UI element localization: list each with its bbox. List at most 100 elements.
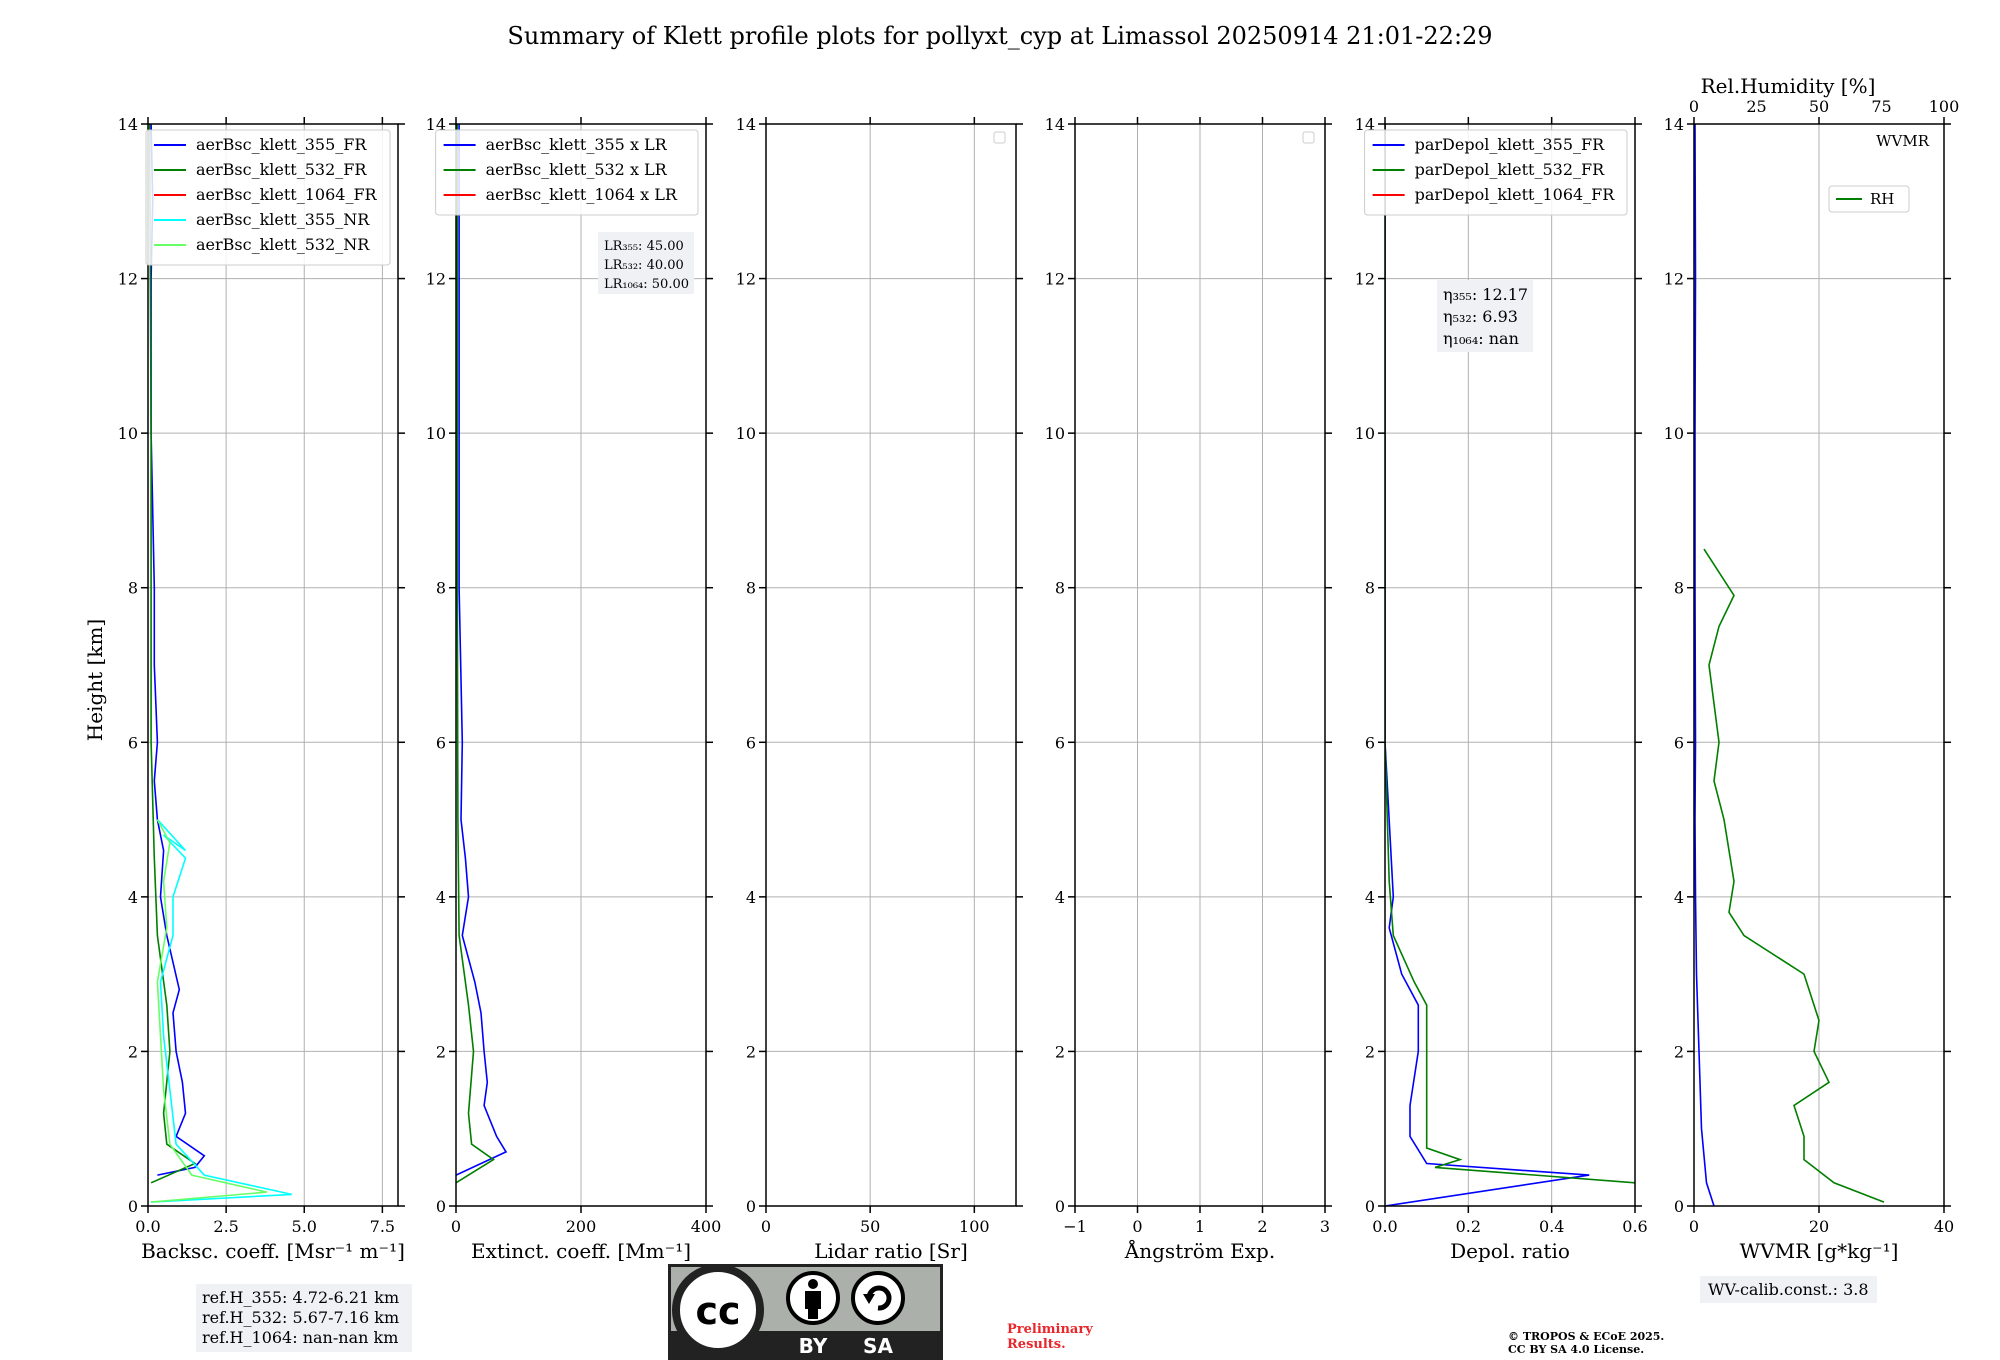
legend-label: aerBsc_klett_355_FR (196, 135, 367, 154)
axes-frame (147, 123, 399, 1207)
series-line-aerBsc_klett_532_FR (148, 124, 197, 1184)
y-tick-label: 4 (1674, 888, 1684, 907)
legend: aerBsc_klett_355_FR aerBsc_klett_532_FRae… (145, 129, 391, 266)
badge-sa-text: SA (863, 1334, 893, 1358)
ref-height-355: ref.H_355: 4.72-6.21 km (202, 1288, 400, 1307)
ref-height-532: ref.H_532: 5.67-7.16 km (202, 1308, 400, 1327)
x-tick-label: 0 (1132, 1217, 1142, 1236)
legend-label: aerBsc_klett_532_FR (196, 160, 367, 179)
preliminary-note: Preliminary Results. (1007, 1322, 1093, 1352)
eta-value: η₅₃₂: 6.93 (1443, 307, 1518, 326)
x2-tick-label: 100 (1929, 97, 1960, 116)
y-tick-label: 12 (736, 270, 756, 289)
ref-height-box: ref.H_355: 4.72-6.21 km ref.H_532: 5.67-… (196, 1284, 412, 1352)
lidar-ratio-value: LR₅₃₂: 40.00 (604, 258, 684, 273)
wv-calib-box: WV-calib.const.: 3.8 (1700, 1276, 1877, 1303)
panel-5: 024681012140.0 0.2 0.4 0.6Depol. ratioparDe… (1355, 115, 1648, 1263)
y-tick-label: 2 (128, 1042, 138, 1061)
y-tick-label: 12 (118, 270, 138, 289)
y-tick-label: 14 (1664, 115, 1684, 134)
x-ticks: 0.0 2.5 5.0 7.5 (135, 117, 395, 1236)
eta-value: η₁₀₆₄: nan (1443, 329, 1519, 348)
x-tick-label: 50 (860, 1217, 880, 1236)
x-tick-label: 0.6 (1622, 1217, 1647, 1236)
x-tick-label: 0.4 (1539, 1217, 1564, 1236)
y-tick-label: 8 (1674, 579, 1684, 598)
series-group (456, 124, 508, 1184)
x-tick-label: 3 (1320, 1217, 1330, 1236)
y-tick-label: 0 (1055, 1197, 1065, 1216)
y-tick-label: 0 (746, 1197, 756, 1216)
x2-ticks: 0 25 50 75 100 (1689, 97, 1959, 116)
y-tick-label: 14 (118, 115, 138, 134)
panel-1: 0 2 4 6 8 10 12 14 0.0 2.5 5.0 7.5 Backsc. coeff. [M… (118, 115, 405, 1263)
lidar-ratio-value: LR₃₅₅: 45.00 (604, 239, 684, 254)
x-tick-label: 200 (566, 1217, 597, 1236)
x-tick-label: 100 (959, 1217, 990, 1236)
legend-label: aerBsc_klett_532_NR (196, 235, 370, 254)
y-tick-label: 14 (736, 115, 756, 134)
y-tick-label: 12 (1664, 270, 1684, 289)
y-tick-label: 12 (1045, 270, 1065, 289)
x-tick-label: 5.0 (292, 1217, 317, 1236)
x-tick-label: 1 (1195, 1217, 1205, 1236)
x-axis-label: Ångström Exp. (1124, 1238, 1275, 1263)
y-tick-label: 4 (746, 888, 756, 907)
cc-by-sa-badge: cc BY SA (668, 1264, 943, 1360)
y-tick-label: 2 (1674, 1042, 1684, 1061)
figure: Summary of Klett profile plots for polly… (83, 22, 1960, 1263)
panel-6: 0 2 4 6 8 10 12 14 0 20 40 0 25 50 75 100 WVMR [g*kg⁻¹] W… (1664, 97, 1960, 1263)
y-tick-label: 10 (736, 424, 756, 443)
y-tick-label: 12 (426, 270, 446, 289)
rh-axis-label: Rel.Humidity [%] (1701, 74, 1876, 98)
preliminary-line-1: Preliminary (1007, 1322, 1093, 1337)
series-line-aerBsc_klett_355_NR (151, 819, 292, 1203)
y-tick-label: 2 (1055, 1042, 1065, 1061)
legend-label: aerBsc_klett_532 x LR (486, 160, 668, 179)
ref-height-1064: ref.H_1064: nan-nan km (202, 1328, 399, 1347)
empty-legend-box (993, 131, 1006, 144)
panel-2: 024681012140 200 400Extinct. coeff. [Mm⁻¹]… (426, 115, 722, 1263)
x2-tick-label: 25 (1746, 97, 1766, 116)
series-group (1694, 124, 1885, 1206)
x-tick-label: 2 (1257, 1217, 1267, 1236)
copyright-line-2: CC BY SA 4.0 License. (1508, 1343, 1645, 1356)
legend-label: aerBsc_klett_355 x LR (486, 135, 668, 154)
series-line-aerBsc_klett_355 x LR (456, 124, 508, 1176)
lidar-ratio-value: LR₁₀₆₄: 50.00 (604, 277, 689, 292)
x-tick-label: 2.5 (213, 1217, 238, 1236)
series-line-aerBsc_klett_532 x LR (456, 124, 495, 1184)
y-tick-label: 0 (436, 1197, 446, 1216)
y-tick-label: 6 (1674, 733, 1684, 752)
legend: aerBsc_klett_355 x LR aerBsc_klett_532 x … (435, 129, 699, 216)
axes-frame (765, 123, 1017, 1207)
y-ticks: 0 2 4 6 8 10 12 14 (1045, 115, 1332, 1216)
y-tick-label: 4 (1055, 888, 1065, 907)
y-ticks: 0 2 4 6 8 10 12 14 (1664, 115, 1951, 1216)
x2-tick-label: 50 (1809, 97, 1829, 116)
badge-by-text: BY (799, 1334, 828, 1358)
figure-title: Summary of Klett profile plots for polly… (507, 22, 1492, 50)
person-icon (786, 1271, 840, 1325)
x-tick-label: 0 (761, 1217, 771, 1236)
x-tick-label: 0 (1689, 1217, 1699, 1236)
y-tick-label: 10 (1355, 424, 1375, 443)
y-tick-label: 14 (1045, 115, 1065, 134)
y-tick-label: 8 (128, 579, 138, 598)
y-tick-label: 12 (1355, 270, 1375, 289)
legend-label: aerBsc_klett_355_NR (196, 210, 370, 229)
eta-value: η₃₅₅: 12.17 (1443, 285, 1528, 304)
x2-tick-label: 75 (1871, 97, 1891, 116)
y-tick-label: 10 (1045, 424, 1065, 443)
x-ticks: 0 50 100 (761, 117, 990, 1236)
y-tick-label: 6 (436, 733, 446, 752)
panels: 024681012140.0 2.5 5.0 7.5Backsc. coeff. [M… (118, 97, 1960, 1263)
eta-box: η₃₅₅: 12.17 η₅₃₂: 6.93 η₁₀₆₄: nan (1437, 280, 1533, 352)
y-tick-label: 8 (436, 579, 446, 598)
cc-icon: cc (672, 1264, 764, 1356)
y-ticks: 0 2 4 6 8 10 12 14 (736, 115, 1023, 1216)
x-tick-label: 0.2 (1456, 1217, 1481, 1236)
x-ticks: −1 0 1 2 3 (1063, 117, 1330, 1236)
x-axis-label: Lidar ratio [Sr] (814, 1239, 968, 1263)
x-tick-label: 0.0 (135, 1217, 160, 1236)
